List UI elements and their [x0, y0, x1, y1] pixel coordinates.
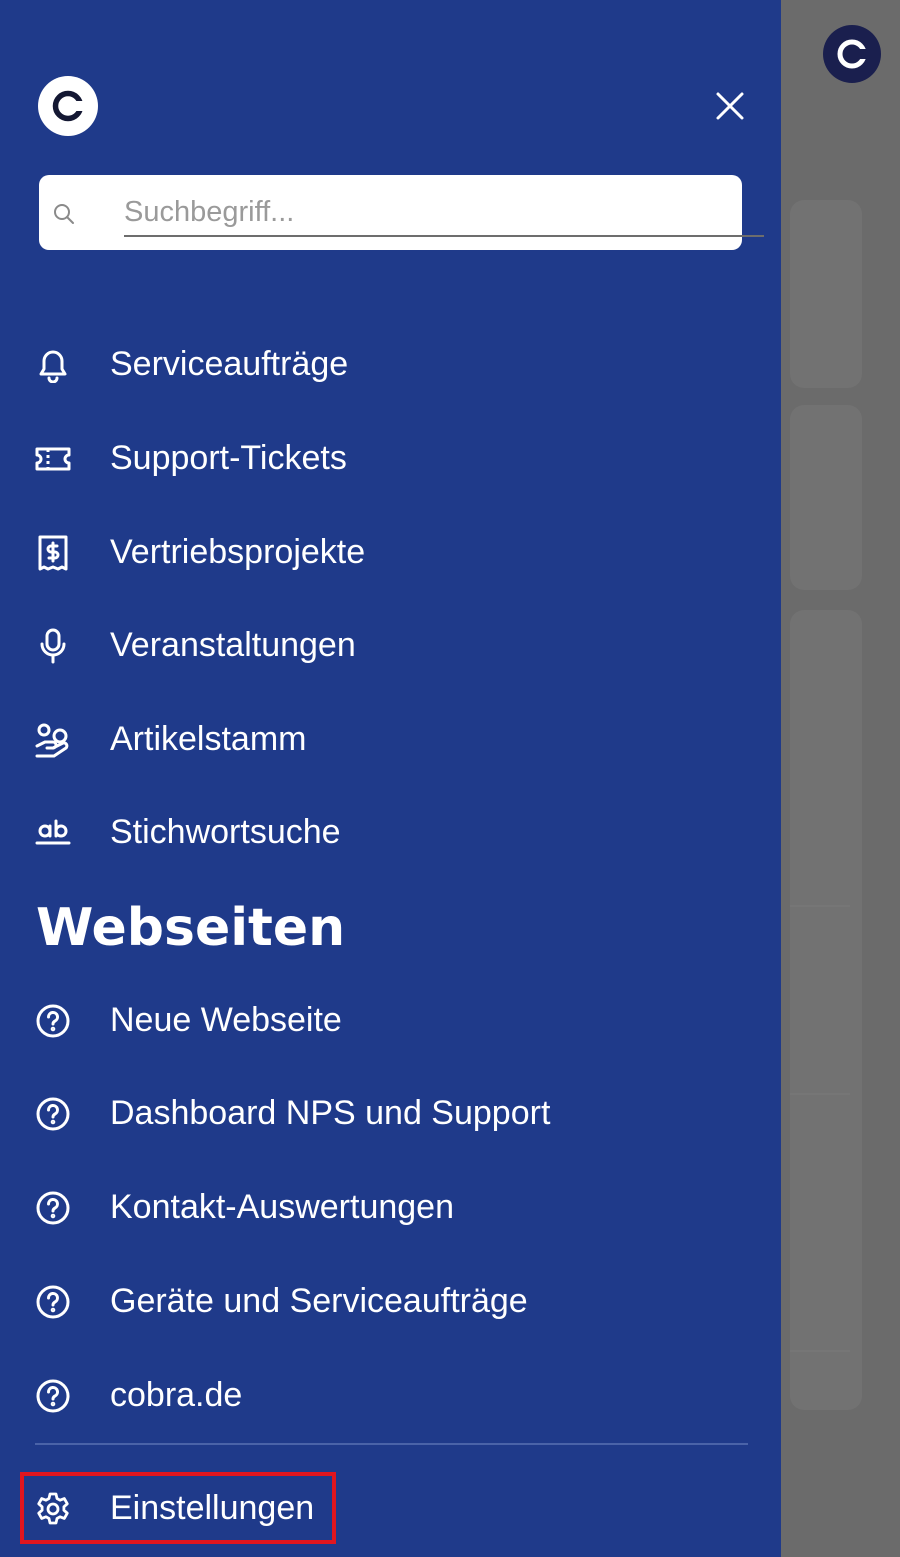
website-item-kontakt-auswertungen[interactable]: Kontakt-Auswertungen: [0, 1167, 781, 1247]
ab-text-icon: [34, 814, 72, 852]
logo-c-icon: [837, 39, 868, 69]
hand-coins-icon: [34, 721, 72, 759]
background-divider: [790, 905, 850, 907]
website-item-label: Dashboard NPS und Support: [110, 1093, 551, 1132]
website-item-label: Geräte und Serviceaufträge: [110, 1281, 528, 1320]
background-card: [790, 405, 862, 590]
nav-item-label: Veranstaltungen: [110, 625, 356, 664]
nav-item-artikelstamm[interactable]: Artikelstamm: [0, 699, 781, 779]
app-logo[interactable]: [38, 76, 98, 136]
website-item-label: Kontakt-Auswertungen: [110, 1187, 454, 1226]
search-icon: [54, 204, 74, 224]
nav-item-label: Serviceaufträge: [110, 344, 349, 383]
ticket-icon: [34, 440, 72, 478]
settings-button[interactable]: Einstellungen: [0, 1468, 781, 1548]
website-item-cobra-de[interactable]: cobra.de: [0, 1355, 781, 1435]
nav-item-label: Stichwortsuche: [110, 812, 341, 851]
nav-item-label: Vertriebsprojekte: [110, 532, 366, 571]
nav-item-vertriebsprojekte[interactable]: Vertriebsprojekte: [0, 512, 781, 592]
nav-item-serviceauftraege[interactable]: Serviceaufträge: [0, 324, 781, 404]
website-item-label: cobra.de: [110, 1375, 243, 1414]
help-circle-icon: [34, 1283, 72, 1321]
gear-icon: [34, 1490, 72, 1528]
search-box: [39, 175, 764, 250]
nav-item-support-tickets[interactable]: Support-Tickets: [0, 418, 781, 498]
nav-item-label: Artikelstamm: [110, 719, 307, 758]
close-drawer-button[interactable]: [708, 84, 752, 128]
dollar-receipt-icon: [34, 534, 72, 572]
drawer-divider: [35, 1443, 748, 1445]
close-icon: [716, 92, 744, 120]
background-app-logo: [823, 25, 881, 83]
nav-item-label: Support-Tickets: [110, 438, 347, 477]
background-card: [790, 610, 862, 1410]
logo-c-icon: [52, 90, 86, 122]
help-circle-icon: [34, 1377, 72, 1415]
help-circle-icon: [34, 1095, 72, 1133]
website-item-geraete-serviceauftraege[interactable]: Geräte und Serviceaufträge: [0, 1261, 781, 1341]
settings-label: Einstellungen: [110, 1488, 315, 1527]
website-item-label: Neue Webseite: [110, 1000, 342, 1039]
nav-item-stichwortsuche[interactable]: Stichwortsuche: [0, 792, 781, 872]
bell-icon: [34, 346, 72, 384]
website-item-dashboard-nps[interactable]: Dashboard NPS und Support: [0, 1073, 781, 1153]
nav-item-veranstaltungen[interactable]: Veranstaltungen: [0, 605, 781, 685]
background-divider: [790, 1350, 850, 1352]
navigation-drawer: Serviceaufträge Support-Tickets Vertrieb…: [0, 0, 781, 1557]
section-title-webseiten: Webseiten: [36, 898, 346, 958]
background-card: [790, 200, 862, 388]
website-item-neue-webseite[interactable]: Neue Webseite: [0, 980, 781, 1060]
help-circle-icon: [34, 1189, 72, 1227]
help-circle-icon: [34, 1002, 72, 1040]
search-input[interactable]: [124, 189, 764, 237]
background-divider: [790, 1093, 850, 1095]
microphone-icon: [34, 627, 72, 665]
